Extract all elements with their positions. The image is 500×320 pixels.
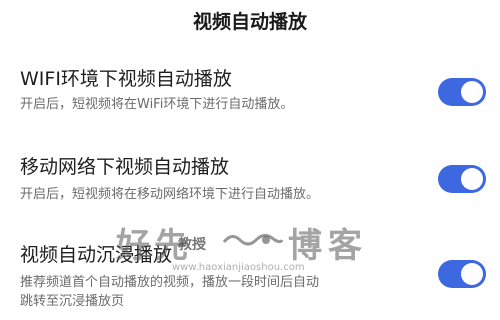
- setting-title: 视频自动沉浸播放: [20, 244, 173, 266]
- setting-title: 移动网络下视频自动播放: [20, 156, 230, 178]
- setting-row-mobile-autoplay: 移动网络下视频自动播放 开启后，短视频将在移动网络环境下进行自动播放。: [0, 148, 500, 218]
- setting-title: WIFI环境下视频自动播放: [20, 68, 232, 90]
- setting-description: 开启后，短视频将在WiFi环境下进行自动播放。: [20, 97, 294, 112]
- toggle-knob: [461, 168, 483, 190]
- setting-description-line-2: 跳转至沉浸播放页: [20, 294, 125, 309]
- setting-row-immersive-autoplay: 视频自动沉浸播放 推荐频道首个自动播放的视频，播放一段时间后自动 跳转至沉浸播放…: [0, 236, 500, 320]
- toggle-knob: [461, 263, 483, 285]
- toggle-knob: [461, 81, 483, 103]
- setting-row-wifi-autoplay: WIFI环境下视频自动播放 开启后，短视频将在WiFi环境下进行自动播放。: [0, 60, 500, 130]
- mobile-autoplay-toggle[interactable]: [438, 165, 486, 193]
- page-title: 视频自动播放: [192, 10, 307, 33]
- page-header: 视频自动播放: [0, 0, 500, 40]
- wifi-autoplay-toggle[interactable]: [438, 78, 486, 106]
- immersive-autoplay-toggle[interactable]: [438, 260, 486, 288]
- setting-description-line-1: 推荐频道首个自动播放的视频，播放一段时间后自动: [20, 275, 320, 290]
- setting-description: 开启后，短视频将在移动网络环境下进行自动播放。: [20, 187, 320, 202]
